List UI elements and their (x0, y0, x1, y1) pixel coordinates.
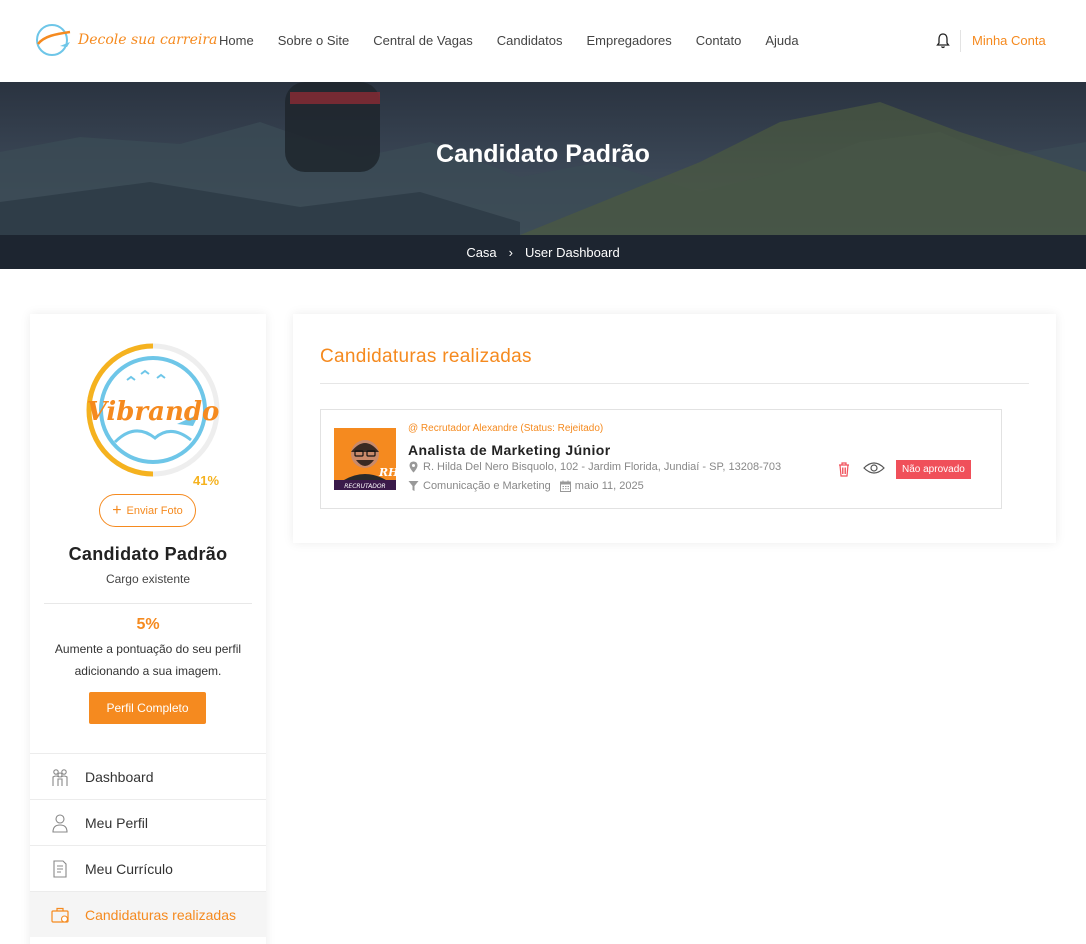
sidebar-item-applications[interactable]: Candidaturas realizadas (30, 891, 266, 937)
header-divider (960, 30, 961, 52)
complete-profile-button[interactable]: Perfil Completo (89, 692, 206, 724)
main-nav: Home Sobre o Site Central de Vagas Candi… (207, 31, 811, 51)
site-logo[interactable]: Decole sua carreira (30, 22, 217, 58)
sidebar-item-label: Candidaturas realizadas (85, 906, 236, 923)
bell-icon[interactable] (935, 32, 951, 50)
logo-tagline: Decole sua carreira (78, 32, 218, 48)
resume-icon (50, 859, 70, 879)
profile-progress-ring-icon: Vibrando (86, 343, 220, 477)
recruiter-status[interactable]: @ Recrutador Alexandre (Status: Rejeitad… (408, 423, 603, 434)
job-meta: Comunicação e Marketing maio 11, 2025 (408, 480, 644, 492)
location-pin-icon (409, 461, 418, 473)
breadcrumb-home[interactable]: Casa (466, 245, 496, 260)
nav-home[interactable]: Home (219, 31, 254, 51)
nav-employers[interactable]: Empregadores (587, 31, 672, 51)
recruiter-avatar-badge: RH (378, 466, 396, 479)
candidate-name: Candidato Padrão (68, 544, 228, 564)
job-date: maio 11, 2025 (574, 480, 644, 492)
nav-jobs[interactable]: Central de Vagas (373, 31, 473, 51)
recruiter-avatar: RH RECRUTADOR (334, 428, 396, 490)
sidebar-divider (44, 603, 252, 604)
sidebar-item-label: Dashboard (85, 768, 154, 785)
sidebar-item-resume[interactable]: Meu Currículo (30, 845, 266, 891)
calendar-icon (559, 480, 571, 492)
avatar: Vibrando (85, 342, 221, 478)
profile-score-hint: Aumente a pontuação do seu perfil adicio… (54, 642, 242, 678)
plus-icon: + (112, 501, 122, 519)
job-title[interactable]: Analista de Marketing Júnior (408, 442, 611, 458)
section-title: Candidaturas realizadas (320, 346, 532, 367)
user-icon (50, 813, 70, 833)
profile-completion-badge: 41% (193, 473, 220, 488)
chevron-right-icon: › (508, 244, 514, 260)
nav-candidates[interactable]: Candidatos (497, 31, 563, 51)
page-title: Candidato Padrão (436, 140, 650, 168)
my-account-link[interactable]: Minha Conta (972, 31, 1046, 51)
upload-photo-label: Enviar Foto (126, 504, 183, 517)
job-category: Comunicação e Marketing (423, 480, 551, 492)
svg-text:Vibrando: Vibrando (87, 397, 220, 427)
job-address: R. Hilda Del Nero Bisquolo, 102 - Jardim… (408, 461, 781, 473)
filter-icon (408, 481, 419, 491)
briefcase-icon (50, 905, 70, 925)
dashboard-menu: Dashboard Meu Perfil Meu Currículo Candi… (30, 753, 266, 937)
users-icon (50, 767, 70, 787)
eye-icon[interactable] (863, 461, 885, 475)
application-card: RH RECRUTADOR @ Recrutador Alexandre (St… (320, 409, 1002, 509)
candidate-role: Cargo existente (105, 572, 191, 586)
site-header: Decole sua carreira Home Sobre o Site Ce… (0, 0, 1086, 82)
recruiter-photo-icon: RH RECRUTADOR (334, 428, 396, 490)
breadcrumb-current: User Dashboard (525, 244, 620, 260)
recruiter-avatar-caption: RECRUTADOR (344, 483, 385, 490)
profile-score: 5% (136, 616, 160, 633)
trash-icon[interactable] (837, 461, 851, 477)
sidebar-item-dashboard[interactable]: Dashboard (30, 753, 266, 799)
section-divider (320, 383, 1029, 384)
applications-panel: Candidaturas realizadas RH RECRUTADOR @ … (293, 314, 1056, 543)
sidebar-item-label: Meu Currículo (85, 860, 173, 877)
nav-help[interactable]: Ajuda (765, 31, 798, 51)
profile-sidebar: Vibrando 41% + Enviar Foto Candidato Pad… (30, 314, 266, 944)
hero-banner: Candidato Padrão (0, 82, 1086, 235)
job-address-text: R. Hilda Del Nero Bisquolo, 102 - Jardim… (423, 461, 782, 473)
nav-contact[interactable]: Contato (696, 31, 742, 51)
sidebar-item-profile[interactable]: Meu Perfil (30, 799, 266, 845)
nav-about[interactable]: Sobre o Site (278, 31, 350, 51)
sidebar-item-label: Meu Perfil (85, 814, 149, 831)
status-badge: Não aprovado (896, 460, 971, 479)
upload-photo-button[interactable]: + Enviar Foto (99, 494, 196, 527)
breadcrumb: Casa › User Dashboard (0, 235, 1086, 269)
